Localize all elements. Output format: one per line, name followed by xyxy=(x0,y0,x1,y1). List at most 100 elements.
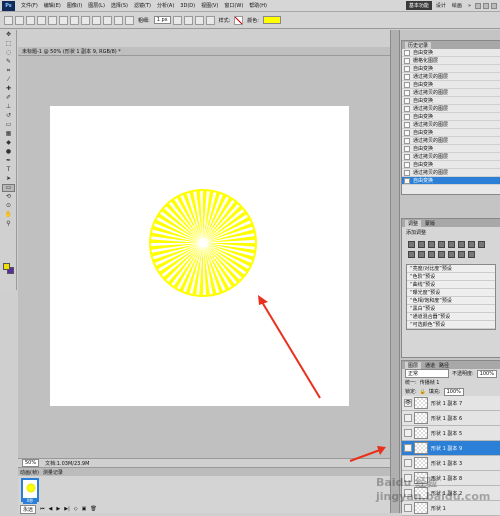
rounded-rectangle-icon[interactable] xyxy=(81,15,90,25)
eye-icon[interactable] xyxy=(404,459,412,467)
exclude-icon[interactable] xyxy=(205,15,215,25)
lock-icon[interactable]: 🔒 xyxy=(420,389,426,395)
eye-icon[interactable] xyxy=(404,504,412,512)
3d-rotate-icon[interactable]: ⟲ xyxy=(2,193,15,201)
menu-analysis[interactable]: 分析(A) xyxy=(154,2,177,9)
fill-input[interactable]: 100% xyxy=(443,387,464,396)
history-item[interactable]: 自由变换 xyxy=(402,49,500,57)
menu-image[interactable]: 图像(I) xyxy=(64,2,85,9)
line-icon[interactable] xyxy=(114,15,123,25)
eye-icon[interactable] xyxy=(404,414,412,422)
tab-paths[interactable]: 路径 xyxy=(439,362,449,369)
eye-icon[interactable]: 👁 xyxy=(404,444,412,452)
preset-item[interactable]: “曝光度”预设 xyxy=(407,289,495,297)
shape-layers-icon[interactable] xyxy=(15,15,24,25)
fill-pixels-icon[interactable] xyxy=(37,15,46,25)
history-item[interactable]: 通过拷贝的图层 xyxy=(402,105,500,113)
preset-item[interactable]: “通道混合器”预设 xyxy=(407,313,495,321)
tab-measurement[interactable]: 测量记录 xyxy=(43,469,63,476)
type-icon[interactable]: T xyxy=(2,166,15,174)
healing-icon[interactable]: ✚ xyxy=(2,85,15,93)
selective-color-icon[interactable] xyxy=(468,251,475,258)
custom-shape-icon[interactable] xyxy=(125,15,134,25)
black-white-icon[interactable] xyxy=(478,241,485,248)
color-swatch[interactable] xyxy=(262,16,281,24)
preset-item[interactable]: “色阶”预设 xyxy=(407,273,495,281)
preset-item[interactable]: “色相/饱和度”预设 xyxy=(407,297,495,305)
tab-animation[interactable]: 动画(帧) xyxy=(20,469,39,476)
intersect-icon[interactable] xyxy=(194,15,204,25)
history-item[interactable]: 自由变换 xyxy=(402,177,500,185)
subtract-icon[interactable] xyxy=(183,15,193,25)
pen-icon[interactable]: ✒ xyxy=(2,157,15,165)
shape-tool-preset-icon[interactable] xyxy=(4,15,13,25)
stamp-icon[interactable]: ⊥ xyxy=(2,103,15,111)
gradient-map-icon[interactable] xyxy=(458,251,465,258)
next-frame-icon[interactable]: ▶| xyxy=(64,506,70,512)
blur-icon[interactable]: ◆ xyxy=(2,139,15,147)
invert-icon[interactable] xyxy=(428,251,435,258)
canvas[interactable] xyxy=(50,106,349,406)
ellipse-icon[interactable] xyxy=(92,15,101,25)
history-item[interactable]: 自由变换 xyxy=(402,129,500,137)
pen-icon[interactable] xyxy=(48,15,57,25)
tab-adjustments[interactable]: 调整 xyxy=(405,219,422,227)
layer-row[interactable]: 👁 形状 1 副本 7 xyxy=(402,396,500,411)
history-item[interactable]: 通过拷贝的图层 xyxy=(402,121,500,129)
history-item[interactable]: 通过拷贝的图层 xyxy=(402,169,500,177)
history-item[interactable]: 自由变换 xyxy=(402,81,500,89)
levels-icon[interactable] xyxy=(418,241,425,248)
close-icon[interactable] xyxy=(491,2,497,9)
dodge-icon[interactable]: ● xyxy=(2,148,15,156)
blend-mode-select[interactable]: 正常 xyxy=(405,369,449,378)
frame-time[interactable]: 0秒 xyxy=(23,498,37,504)
freeform-pen-icon[interactable] xyxy=(59,15,68,25)
tab-history[interactable]: 历史记录 xyxy=(405,41,432,49)
history-item[interactable]: 通过拷贝的图层 xyxy=(402,137,500,145)
color-balance-icon[interactable] xyxy=(468,241,475,248)
threshold-icon[interactable] xyxy=(448,251,455,258)
restore-icon[interactable] xyxy=(483,2,489,9)
workspace-design[interactable]: 设计 xyxy=(434,2,448,9)
preset-item[interactable]: “亮度/对比度”预设 xyxy=(407,265,495,273)
photo-filter-icon[interactable] xyxy=(408,251,415,258)
menu-layer[interactable]: 图层(L) xyxy=(85,2,108,9)
quick-select-icon[interactable]: ✎ xyxy=(2,58,15,66)
menu-file[interactable]: 文件(F) xyxy=(18,2,41,9)
menu-view[interactable]: 视图(V) xyxy=(198,2,221,9)
loop-select[interactable]: 永远 xyxy=(20,504,37,514)
eyedropper-icon[interactable]: ⁄ xyxy=(2,76,15,84)
path-select-icon[interactable]: ➤ xyxy=(2,175,15,183)
posterize-icon[interactable] xyxy=(438,251,445,258)
tab-channels[interactable]: 通道 xyxy=(425,362,435,369)
history-item[interactable]: 通过拷贝的图层 xyxy=(402,73,500,81)
minimize-icon[interactable] xyxy=(475,2,481,9)
history-item[interactable]: 通过拷贝的图层 xyxy=(402,153,500,161)
layer-row[interactable]: 形状 1 副本 3 xyxy=(402,456,500,471)
paths-icon[interactable] xyxy=(26,15,35,25)
workspace-essentials[interactable]: 基本功能 xyxy=(405,1,432,10)
layer-row[interactable]: 形状 1 副本 5 xyxy=(402,426,500,441)
menu-filter[interactable]: 滤镜(T) xyxy=(131,2,154,9)
style-none-icon[interactable] xyxy=(234,15,244,25)
layer-row[interactable]: 形状 1 副本 6 xyxy=(402,411,500,426)
brightness-icon[interactable] xyxy=(408,241,415,248)
polygon-icon[interactable] xyxy=(103,15,112,25)
tween-icon[interactable]: ◇ xyxy=(74,506,78,512)
eraser-icon[interactable]: ▭ xyxy=(2,121,15,129)
rectangle-icon[interactable] xyxy=(70,15,79,25)
hand-icon[interactable]: ✋ xyxy=(2,211,15,219)
preset-item[interactable]: “黑白”预设 xyxy=(407,305,495,313)
tab-layers[interactable]: 图层 xyxy=(405,361,422,369)
history-item[interactable]: 自由变换 xyxy=(402,97,500,105)
vibrance-icon[interactable] xyxy=(448,241,455,248)
exposure-icon[interactable] xyxy=(438,241,445,248)
history-item[interactable]: 通过拷贝的图层 xyxy=(402,89,500,97)
history-brush-icon[interactable]: ↺ xyxy=(2,112,15,120)
status-zoom[interactable]: 50% xyxy=(22,459,40,467)
propagate-checkbox[interactable]: 传播帧 1 xyxy=(420,379,440,386)
history-item[interactable]: 自由变换 xyxy=(402,65,500,73)
lasso-icon[interactable]: ◌ xyxy=(2,49,15,57)
marquee-icon[interactable]: ⬚ xyxy=(2,40,15,48)
document-tab[interactable]: 未标题-1 @ 50% (形状 1 副本 9, RGB/8) * xyxy=(18,47,390,56)
